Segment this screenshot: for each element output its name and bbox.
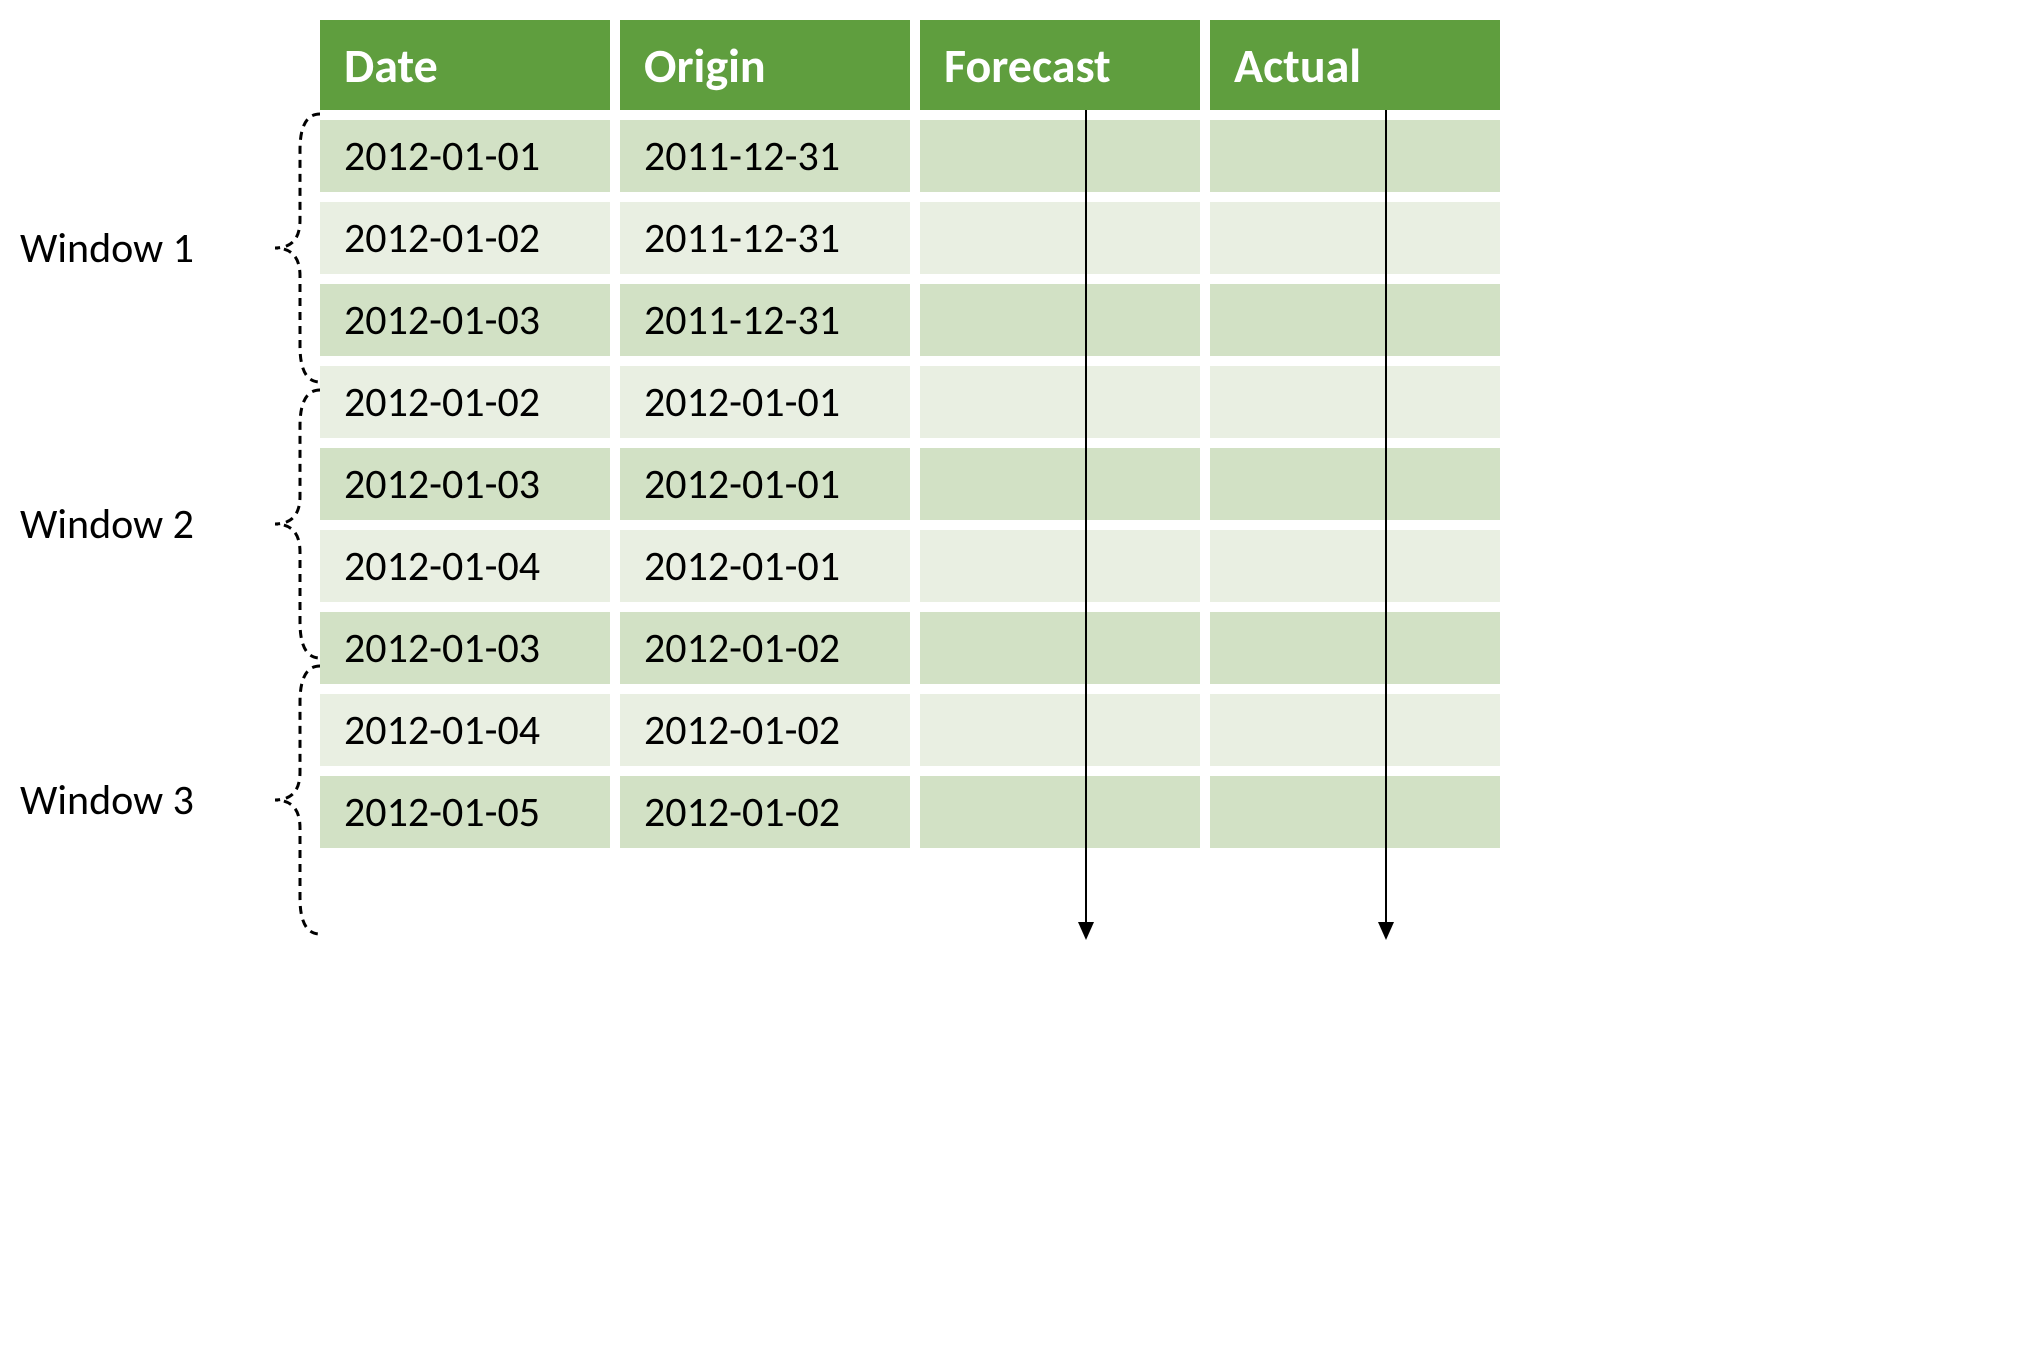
header-actual: Actual [1210, 20, 1500, 110]
window-label: Window 2 [20, 386, 320, 662]
cell-date: 2012-01-01 [320, 110, 620, 192]
cell-actual [1210, 110, 1500, 192]
curly-brace-icon [265, 662, 325, 938]
cell-date: 2012-01-02 [320, 356, 620, 438]
table-row: 2012-01-01 2011-12-31 [320, 110, 1500, 192]
cell-date: 2012-01-04 [320, 684, 620, 766]
cell-actual [1210, 274, 1500, 356]
table-row: 2012-01-03 2012-01-02 [320, 602, 1500, 684]
cell-actual [1210, 520, 1500, 602]
table-row: 2012-01-03 2011-12-31 [320, 274, 1500, 356]
cell-origin: 2012-01-02 [620, 766, 920, 848]
cell-origin: 2011-12-31 [620, 274, 920, 356]
cell-forecast [920, 766, 1210, 848]
table-row: 2012-01-02 2011-12-31 [320, 192, 1500, 274]
header-forecast: Forecast [920, 20, 1210, 110]
cell-origin: 2012-01-01 [620, 520, 920, 602]
header-origin: Origin [620, 20, 920, 110]
cell-forecast [920, 520, 1210, 602]
window-label: Window 3 [20, 662, 320, 938]
cell-actual [1210, 684, 1500, 766]
cell-actual [1210, 766, 1500, 848]
table-row: 2012-01-05 2012-01-02 [320, 766, 1500, 848]
cell-date: 2012-01-02 [320, 192, 620, 274]
table-row: 2012-01-04 2012-01-01 [320, 520, 1500, 602]
cell-origin: 2012-01-02 [620, 684, 920, 766]
cell-date: 2012-01-05 [320, 766, 620, 848]
window-label: Window 1 [20, 110, 320, 386]
cell-actual [1210, 438, 1500, 520]
cell-forecast [920, 192, 1210, 274]
window-label-text: Window 2 [20, 499, 254, 550]
cell-date: 2012-01-03 [320, 602, 620, 684]
cell-forecast [920, 356, 1210, 438]
cell-date: 2012-01-04 [320, 520, 620, 602]
cell-origin: 2012-01-01 [620, 356, 920, 438]
cell-actual [1210, 192, 1500, 274]
table-row: 2012-01-03 2012-01-01 [320, 438, 1500, 520]
cell-actual [1210, 602, 1500, 684]
cell-actual [1210, 356, 1500, 438]
cell-forecast [920, 110, 1210, 192]
cell-forecast [920, 684, 1210, 766]
window-labels-column: Window 1 Window 2 Window 3 [20, 20, 320, 938]
table-row: 2012-01-04 2012-01-02 [320, 684, 1500, 766]
cell-forecast [920, 274, 1210, 356]
header-date: Date [320, 20, 620, 110]
table-row: 2012-01-02 2012-01-01 [320, 356, 1500, 438]
forecast-table: Date Origin Forecast Actual 2012-01-01 2… [320, 20, 1500, 848]
window-label-text: Window 3 [20, 775, 254, 826]
cell-origin: 2012-01-02 [620, 602, 920, 684]
curly-brace-icon [265, 386, 325, 662]
data-table-container: Date Origin Forecast Actual 2012-01-01 2… [320, 20, 1500, 848]
cell-origin: 2012-01-01 [620, 438, 920, 520]
forecast-window-diagram: Window 1 Window 2 Window 3 [20, 20, 1520, 938]
cell-forecast [920, 438, 1210, 520]
cell-forecast [920, 602, 1210, 684]
cell-date: 2012-01-03 [320, 438, 620, 520]
cell-date: 2012-01-03 [320, 274, 620, 356]
curly-brace-icon [265, 110, 325, 386]
cell-origin: 2011-12-31 [620, 110, 920, 192]
window-label-text: Window 1 [20, 223, 254, 274]
cell-origin: 2011-12-31 [620, 192, 920, 274]
